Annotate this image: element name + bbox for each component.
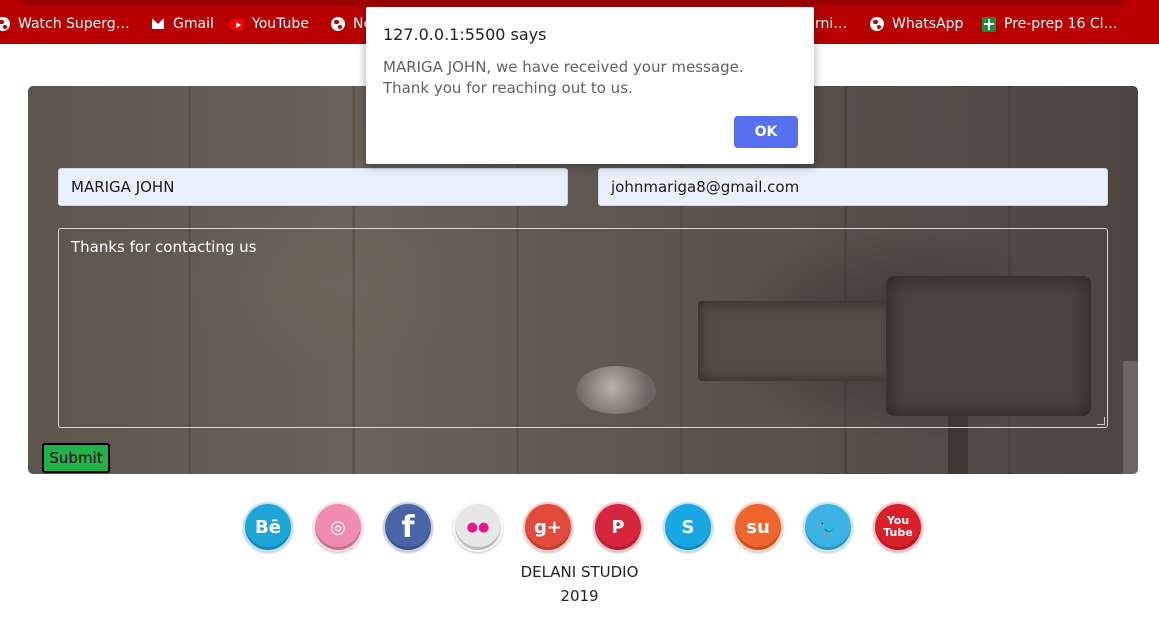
- bookmark-youtube[interactable]: YouTube: [230, 14, 309, 34]
- alert-dialog: 127.0.0.1:5500 says MARIGA JOHN, we have…: [366, 7, 814, 164]
- skype-icon[interactable]: S: [663, 502, 713, 552]
- dribbble-icon-glyph: ◎: [330, 516, 346, 538]
- bookmark-gmail[interactable]: Gmail: [151, 14, 214, 34]
- behance-icon-glyph: Bē: [255, 516, 281, 538]
- footer-year: 2019: [560, 587, 599, 605]
- bookmark-label: Watch Superg…: [18, 16, 130, 32]
- youtube-icon: [230, 17, 244, 31]
- bookmark-label: Pre-prep 16 Cl…: [1004, 16, 1118, 32]
- twitter-icon-glyph: 🐦: [816, 516, 840, 538]
- email-input-value: johnmariga8@gmail.com: [611, 178, 800, 196]
- dribbble-icon[interactable]: ◎: [313, 502, 363, 552]
- youtube-social-icon-glyph: You Tube: [883, 514, 913, 539]
- email-input[interactable]: johnmariga8@gmail.com: [598, 168, 1108, 206]
- bookmark-whatsapp[interactable]: WhatsApp: [870, 14, 963, 34]
- globe-icon: [870, 17, 884, 31]
- youtube-social-icon[interactable]: You Tube: [873, 502, 923, 552]
- bookmark-label: WhatsApp: [892, 16, 964, 32]
- bookmark-label: rni…: [815, 16, 848, 32]
- name-input[interactable]: MARIGA JOHN: [58, 168, 568, 206]
- message-textarea[interactable]: Thanks for contacting us: [58, 228, 1108, 428]
- pinterest-icon-glyph: P: [611, 516, 625, 538]
- pinterest-icon[interactable]: P: [593, 502, 643, 552]
- dialog-title: 127.0.0.1:5500 says: [383, 25, 547, 44]
- stumbleupon-icon-glyph: su: [746, 516, 770, 538]
- skype-icon-glyph: S: [681, 516, 695, 538]
- resize-grip-icon[interactable]: [1097, 417, 1105, 425]
- bookmark-pre-prep[interactable]: Pre-prep 16 Cl…: [982, 14, 1118, 34]
- twitter-icon[interactable]: 🐦: [803, 502, 853, 552]
- bookmark-watch-superg[interactable]: Watch Superg…: [0, 14, 130, 34]
- dialog-message: MARIGA JOHN, we have received your messa…: [383, 58, 744, 97]
- stumbleupon-icon[interactable]: su: [733, 502, 783, 552]
- tab-strip-edge: [20, 0, 1126, 6]
- sheets-icon: [982, 16, 996, 32]
- message-textarea-value: Thanks for contacting us: [71, 238, 257, 256]
- facebook-icon-glyph: f: [401, 509, 415, 545]
- facebook-icon[interactable]: f: [383, 502, 433, 552]
- footer-studio: DELANI STUDIO: [520, 563, 639, 581]
- google-plus-icon[interactable]: g+: [523, 502, 573, 552]
- bookmark-rni[interactable]: rni…: [815, 14, 847, 34]
- behance-icon[interactable]: Bē: [243, 502, 293, 552]
- bookmark-label: Gmail: [173, 16, 214, 32]
- flickr-icon-glyph: ●●: [466, 519, 490, 535]
- globe-icon: [331, 17, 345, 31]
- bookmark-label: YouTube: [252, 16, 309, 32]
- globe-icon: [0, 17, 10, 31]
- ok-button[interactable]: OK: [734, 116, 798, 148]
- flickr-icon[interactable]: ●●: [453, 502, 503, 552]
- gmail-icon: [151, 17, 165, 31]
- name-input-value: MARIGA JOHN: [71, 178, 175, 196]
- submit-button[interactable]: Submit: [42, 443, 110, 473]
- background-post: [1123, 361, 1138, 474]
- google-plus-icon-glyph: g+: [534, 516, 562, 538]
